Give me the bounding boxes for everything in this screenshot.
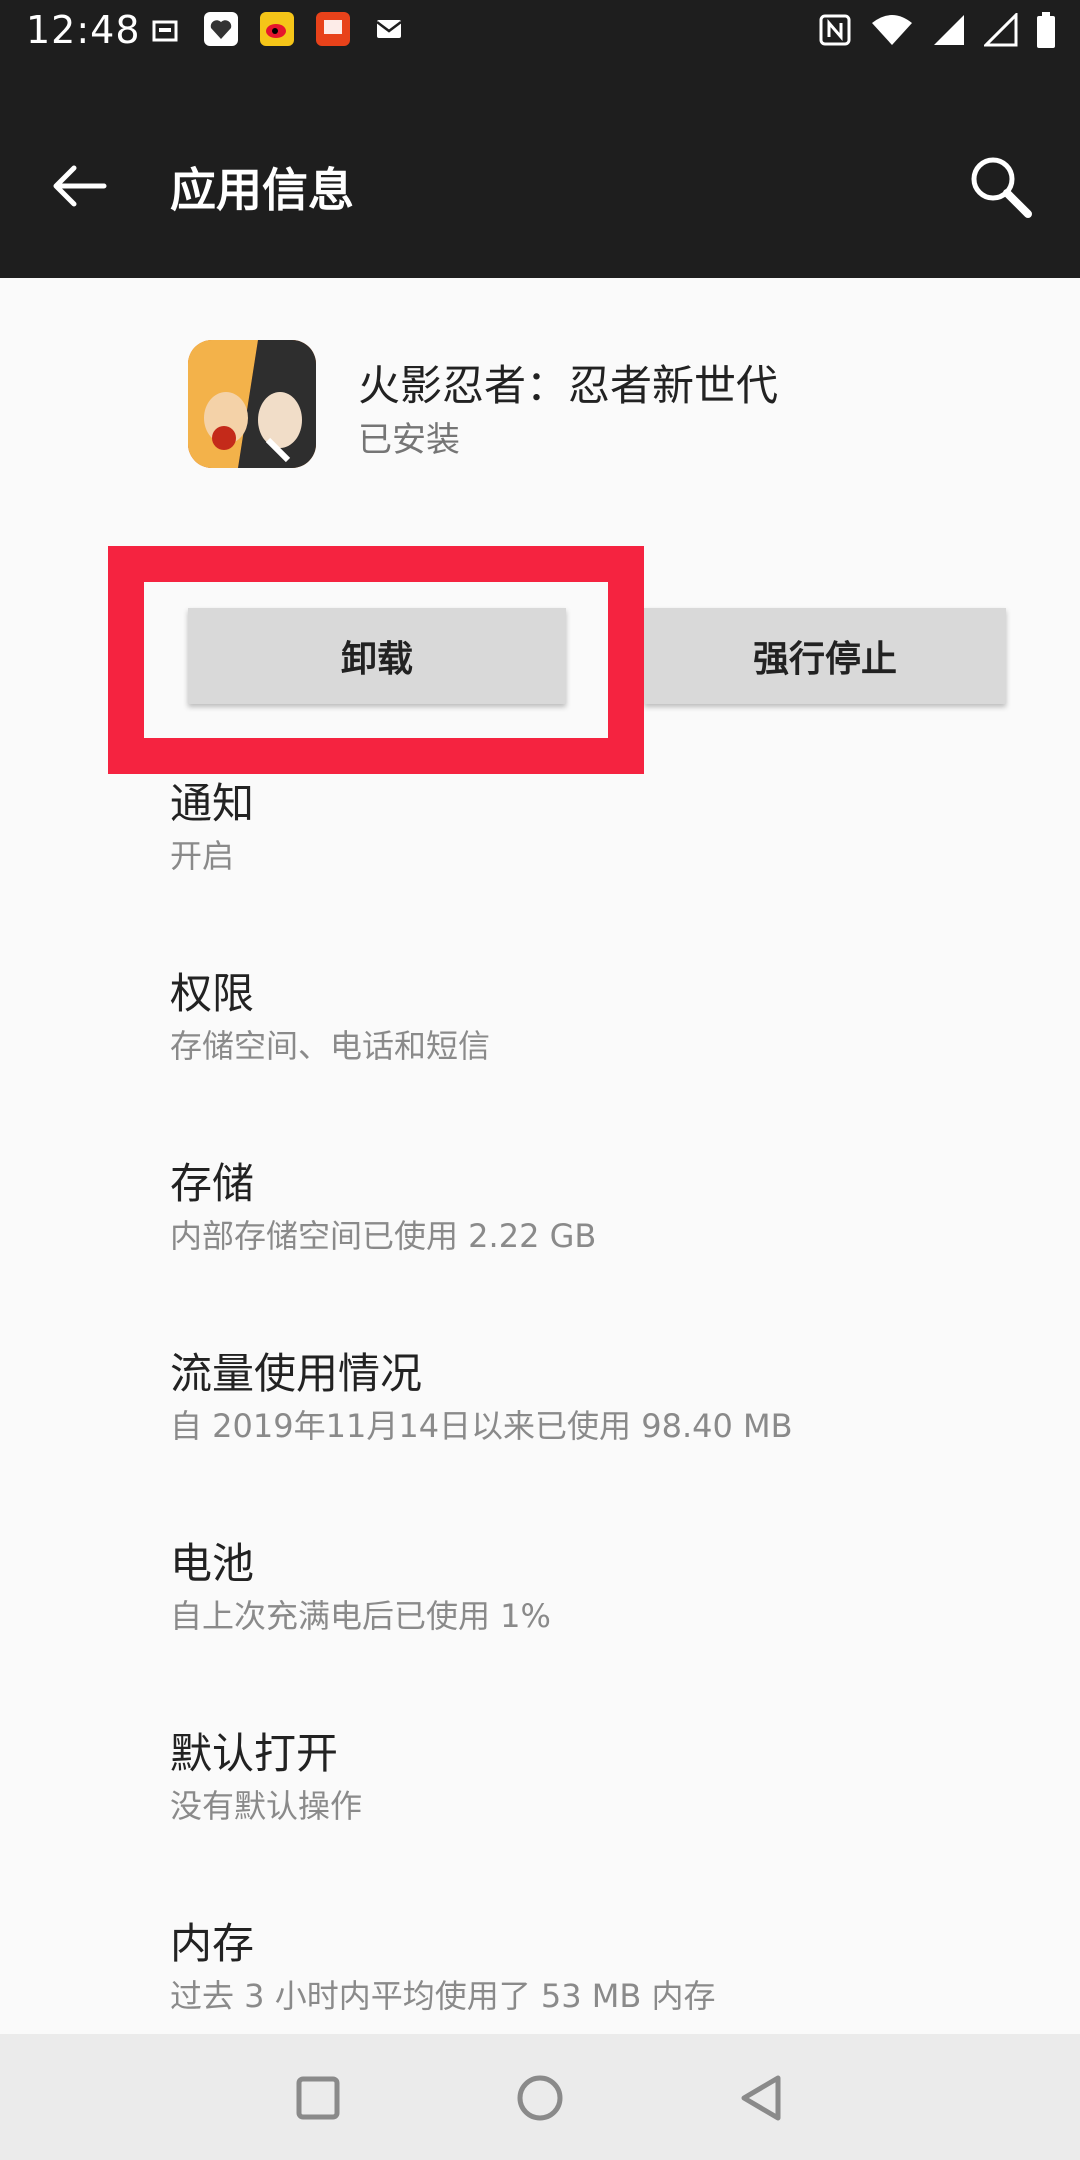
list-item-title: 默认打开: [170, 1729, 339, 1778]
list-item-battery[interactable]: 电池 自上次充满电后已使用 1%: [170, 1538, 1050, 1638]
list-item-memory[interactable]: 内存 过去 3 小时内平均使用了 53 MB 内存: [170, 1918, 1050, 2018]
list-item-data-usage[interactable]: 流量使用情况 自 2019年11月14日以来已使用 98.40 MB: [170, 1348, 1050, 1448]
recents-square-icon[interactable]: [290, 2070, 346, 2126]
page-title: 应用信息: [170, 163, 354, 217]
force-stop-button[interactable]: 强行停止: [644, 608, 1006, 704]
list-item-notifications[interactable]: 通知 开启: [170, 778, 1050, 878]
app-install-status: 已安装: [358, 420, 460, 460]
weibo-icon: [260, 12, 294, 46]
list-item-subtitle: 内部存储空间已使用 2.22 GB: [170, 1217, 597, 1255]
app-icon: [188, 340, 316, 468]
list-item-subtitle: 自 2019年11月14日以来已使用 98.40 MB: [170, 1407, 793, 1445]
nfc-icon: [819, 14, 851, 46]
notification-icons: [148, 12, 406, 46]
list-item-permissions[interactable]: 权限 存储空间、电话和短信: [170, 968, 1050, 1068]
signal-empty-icon: [984, 13, 1018, 47]
uninstall-button[interactable]: 卸载: [188, 608, 566, 704]
status-time: 12:48: [26, 8, 141, 52]
list-item-title: 电池: [170, 1539, 255, 1588]
navigation-bar: [0, 2034, 1080, 2160]
wifi-icon: [872, 15, 912, 45]
taobao-icon: [316, 12, 350, 46]
system-icons: [818, 12, 1056, 48]
list-item-title: 内存: [170, 1919, 255, 1968]
list-item-subtitle: 开启: [170, 837, 235, 875]
battery-icon: [1037, 12, 1055, 48]
list-item-subtitle: 存储空间、电话和短信: [170, 1027, 491, 1065]
list-item-title: 权限: [170, 969, 255, 1018]
list-item-title: 存储: [170, 1159, 255, 1208]
list-item-title: 通知: [170, 779, 255, 828]
list-item-storage[interactable]: 存储 内部存储空间已使用 2.22 GB: [170, 1158, 1050, 1258]
app-name: 火影忍者：忍者新世代: [358, 361, 779, 410]
list-item-title: 流量使用情况: [170, 1349, 423, 1398]
mail-icon: [372, 12, 406, 46]
heart-pattern-icon: [204, 12, 238, 46]
search-icon[interactable]: [966, 152, 1036, 222]
app-bar: 应用信息: [0, 62, 1080, 278]
status-bar: 12:48: [0, 0, 1080, 62]
list-item-subtitle: 自上次充满电后已使用 1%: [170, 1597, 551, 1635]
home-circle-icon[interactable]: [512, 2070, 568, 2126]
store-icon: [148, 12, 182, 46]
back-arrow-icon[interactable]: [48, 156, 108, 216]
back-triangle-icon[interactable]: [734, 2070, 790, 2126]
signal-icon: [934, 15, 964, 45]
list-item-subtitle: 过去 3 小时内平均使用了 53 MB 内存: [170, 1977, 716, 2015]
list-item-subtitle: 没有默认操作: [170, 1787, 363, 1825]
list-item-open-by-default[interactable]: 默认打开 没有默认操作: [170, 1728, 1050, 1828]
